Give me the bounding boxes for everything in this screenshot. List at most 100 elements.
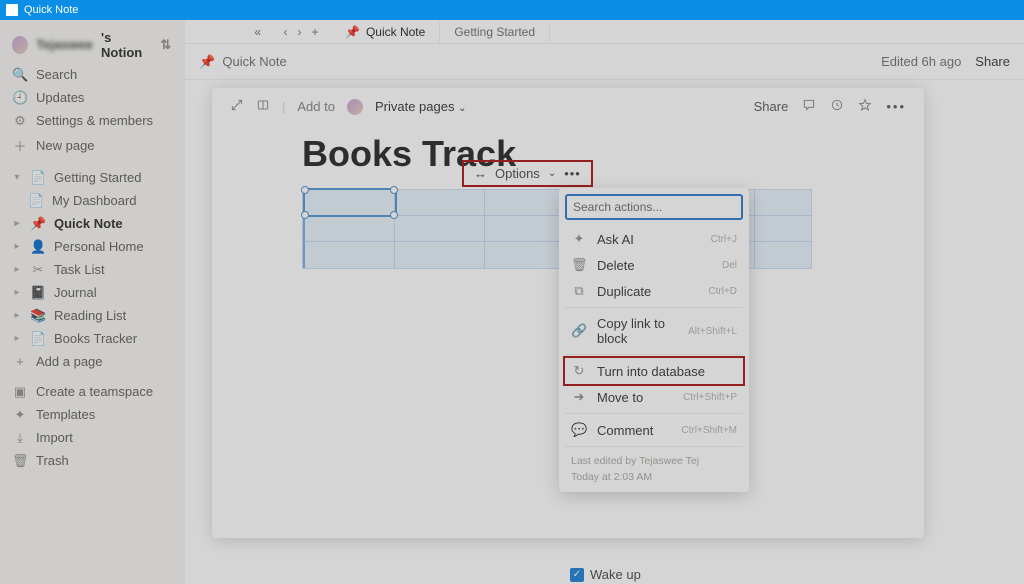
chevrons-left-icon[interactable]: «	[254, 25, 261, 39]
tab-getting-started[interactable]: Getting Started	[440, 22, 550, 42]
sidebar-item-task-list[interactable]: ▸✂Task List	[6, 258, 179, 281]
menu-delete[interactable]: 🗑DeleteDel	[565, 252, 743, 278]
arrow-right-icon: ➜	[571, 389, 587, 405]
sidebar-settings[interactable]: ⚙Settings & members	[6, 109, 179, 132]
workspace: ✓ Wake up | Add to Private pages ⌄ Share	[185, 80, 1024, 584]
page-topbar: 📌 Quick Note Edited 6h ago Share	[185, 44, 1024, 80]
document-icon: 📄	[28, 193, 44, 209]
chevron-right-icon: ▸	[12, 287, 22, 298]
menu-footer-author: Last edited by Tejaswee Tej	[571, 454, 737, 470]
private-pages-dropdown[interactable]: Private pages ⌄	[375, 99, 467, 114]
sidebar: Tejaswee 's Notion ⇅ 🔍 Search 🕘Updates ⚙S…	[0, 20, 185, 584]
sidebar-templates[interactable]: ✦ Templates	[6, 403, 179, 426]
comment-icon: 💬	[571, 422, 587, 438]
peek-mode-icon[interactable]	[256, 98, 270, 115]
sidebar-trash[interactable]: 🗑Trash	[6, 449, 179, 472]
table-options-pill[interactable]: ↔ Options ⌄ •••	[462, 160, 593, 187]
menu-footer-time: Today at 2:03 AM	[571, 470, 737, 486]
options-label[interactable]: Options	[495, 166, 540, 181]
table-cell[interactable]	[395, 216, 485, 241]
table-cell-selected[interactable]	[305, 190, 395, 215]
workspace-switcher[interactable]: Tejaswee 's Notion ⇅	[6, 26, 179, 63]
sidebar-new-page[interactable]: ＋New page	[6, 132, 179, 158]
sidebar-item-getting-started[interactable]: ▾📄Getting Started	[6, 166, 179, 189]
menu-label: Delete	[597, 258, 635, 273]
teamspace-icon: ▣	[12, 384, 28, 400]
menu-shortcut: Del	[722, 260, 737, 271]
sidebar-item-reading-list[interactable]: ▸📚Reading List	[6, 304, 179, 327]
share-button[interactable]: Share	[754, 99, 789, 114]
pin-icon: 📌	[30, 216, 46, 232]
add-to-label: Add to	[297, 99, 335, 114]
sidebar-create-teamspace[interactable]: ▣Create a teamspace	[6, 380, 179, 403]
breadcrumb[interactable]: Quick Note	[222, 54, 286, 69]
sidebar-label: Quick Note	[54, 216, 123, 231]
menu-move-to[interactable]: ➜ Move to Ctrl+Shift+P	[565, 384, 743, 410]
expand-icon[interactable]	[230, 98, 244, 115]
menu-ask-ai[interactable]: ✦Ask AICtrl+J	[565, 226, 743, 252]
menu-turn-into-database[interactable]: ↻Turn into database	[565, 358, 743, 384]
workspace-name-blurred: Tejaswee	[36, 37, 93, 52]
sidebar-item-books-tracker[interactable]: ▸ 📄 Books Tracker	[6, 327, 179, 350]
chevron-right-icon: ▸	[12, 333, 22, 344]
menu-label: Comment	[597, 423, 653, 438]
workspace-avatar	[12, 36, 28, 54]
sidebar-label: Trash	[36, 453, 69, 468]
more-icon[interactable]: •••	[886, 99, 906, 114]
sidebar-add-page[interactable]: +Add a page	[6, 350, 179, 372]
sidebar-item-quick-note[interactable]: ▸📌Quick Note	[6, 212, 179, 235]
new-tab-icon[interactable]: +	[311, 25, 318, 39]
sidebar-import[interactable]: ⤓Import	[6, 426, 179, 449]
comment-icon[interactable]	[802, 98, 816, 115]
table-cell[interactable]	[305, 242, 395, 268]
peek-page: | Add to Private pages ⌄ Share ••• Books…	[212, 88, 924, 538]
book-icon: 📓	[30, 285, 46, 301]
menu-search-input[interactable]	[565, 194, 743, 220]
menu-label: Duplicate	[597, 284, 651, 299]
template-icon: ✦	[12, 407, 28, 423]
avatar-icon	[347, 99, 363, 115]
share-button[interactable]: Share	[975, 54, 1010, 69]
link-icon: 🔗	[571, 323, 587, 339]
forward-icon[interactable]: ›	[297, 25, 301, 39]
menu-shortcut: Ctrl+Shift+P	[683, 392, 737, 403]
duplicate-icon: ⧉	[571, 283, 587, 299]
tab-label: Getting Started	[454, 25, 535, 39]
pin-icon: 📌	[345, 25, 360, 39]
todo-wake-up[interactable]: ✓ Wake up	[570, 567, 641, 582]
sidebar-search-label: Search	[36, 67, 77, 82]
sidebar-updates[interactable]: 🕘Updates	[6, 86, 179, 109]
menu-copy-link[interactable]: 🔗Copy link to blockAlt+Shift+L	[565, 311, 743, 351]
menu-label: Move to	[597, 390, 643, 405]
menu-comment[interactable]: 💬 Comment Ctrl+Shift+M	[565, 417, 743, 443]
sidebar-search[interactable]: 🔍 Search	[6, 63, 179, 86]
clock-icon[interactable]	[830, 98, 844, 115]
tab-quick-note[interactable]: 📌 Quick Note	[331, 22, 440, 42]
document-icon: 📄	[30, 331, 46, 347]
books-icon: 📚	[30, 308, 46, 324]
sidebar-label: Reading List	[54, 308, 126, 323]
table-cell[interactable]	[395, 242, 485, 268]
table-cell[interactable]	[395, 190, 485, 215]
table-cell[interactable]	[305, 216, 395, 241]
checkbox-checked-icon[interactable]: ✓	[570, 568, 584, 582]
menu-shortcut: Ctrl+Shift+M	[681, 425, 737, 436]
sidebar-item-personal-home[interactable]: ▸👤Personal Home	[6, 235, 179, 258]
sidebar-item-journal[interactable]: ▸📓Journal	[6, 281, 179, 304]
refresh-icon: ↻	[571, 363, 587, 379]
search-icon: 🔍	[12, 67, 28, 83]
sidebar-label: Personal Home	[54, 239, 144, 254]
sidebar-label: Books Tracker	[54, 331, 137, 346]
sidebar-label: Templates	[36, 407, 95, 422]
menu-shortcut: Ctrl+D	[708, 286, 737, 297]
menu-duplicate[interactable]: ⧉ Duplicate Ctrl+D	[565, 278, 743, 304]
more-icon[interactable]: •••	[564, 166, 581, 181]
tabbar: « ‹ › + 📌 Quick Note Getting Started	[185, 20, 1024, 44]
back-icon[interactable]: ‹	[283, 25, 287, 39]
download-icon: ⤓	[12, 430, 28, 446]
sidebar-label: My Dashboard	[52, 193, 137, 208]
sidebar-item-my-dashboard[interactable]: 📄 My Dashboard	[6, 189, 179, 212]
plus-circle-icon: ＋	[12, 136, 28, 155]
star-icon[interactable]	[858, 98, 872, 115]
chevron-down-icon: ⌄	[548, 168, 556, 179]
